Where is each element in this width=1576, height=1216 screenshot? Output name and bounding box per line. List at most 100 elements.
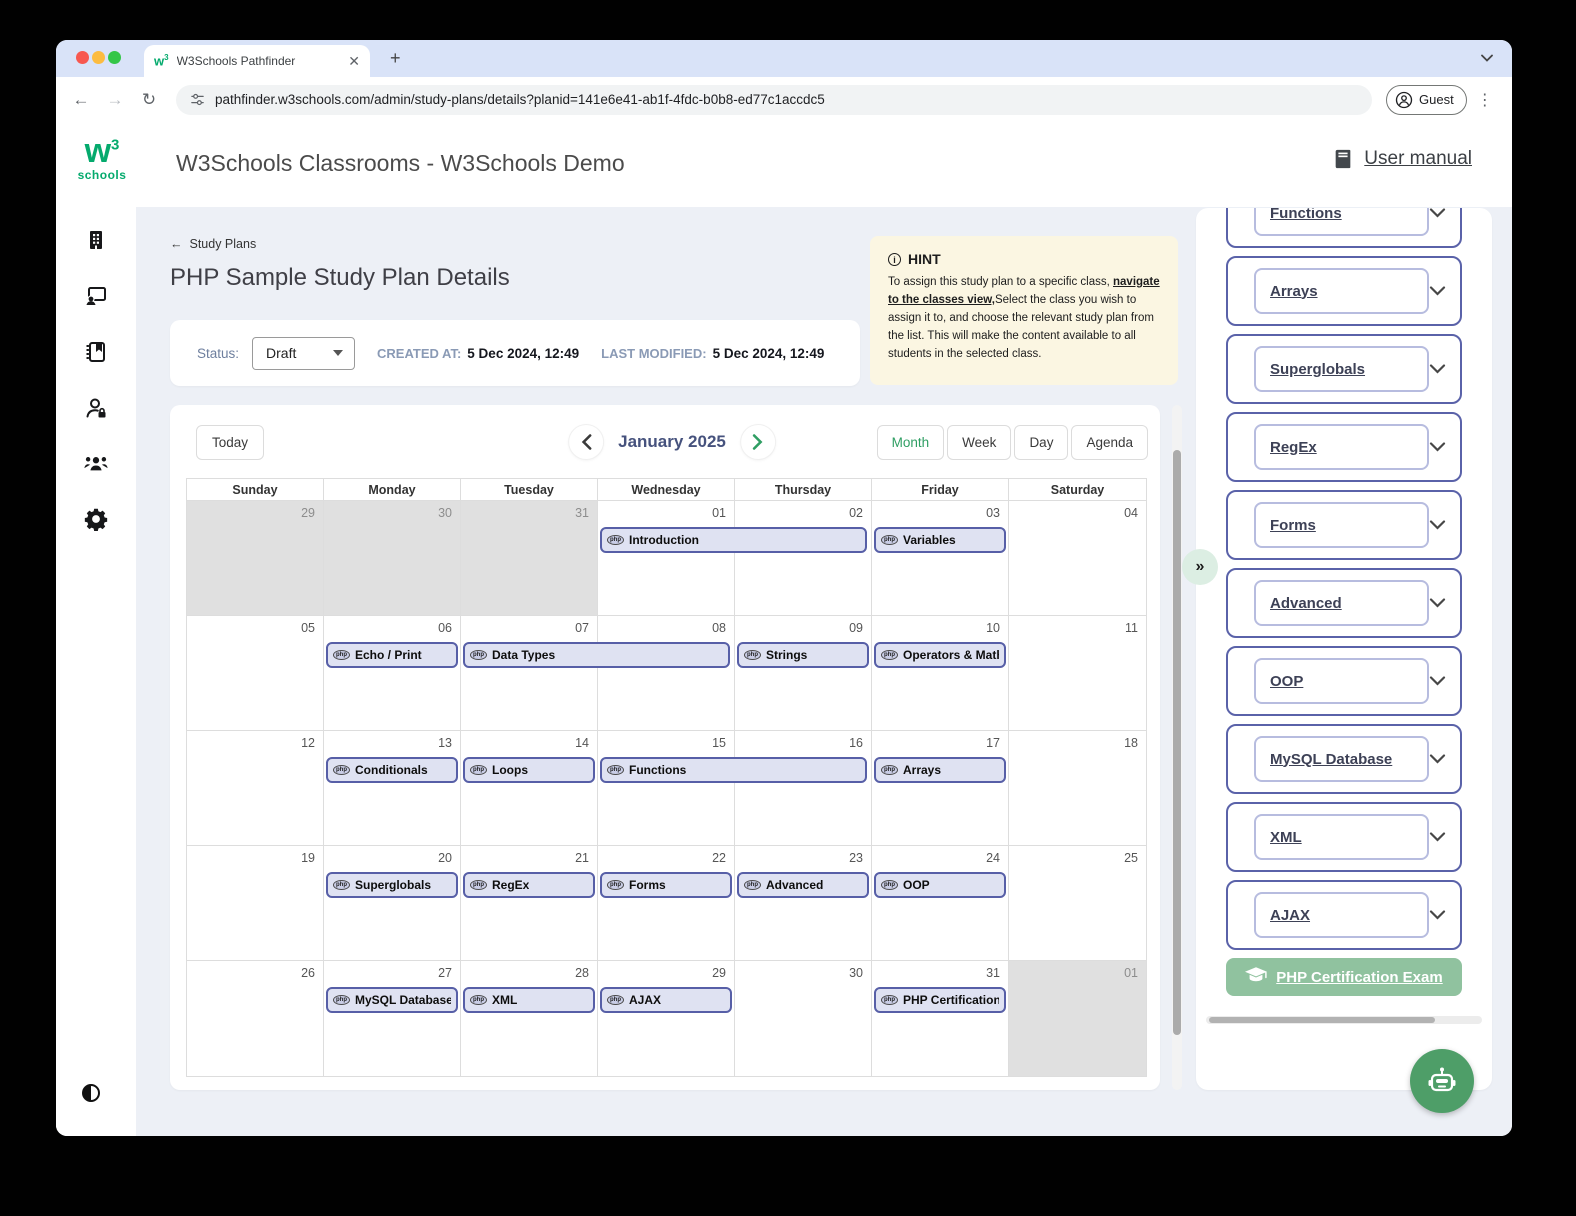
topic-link[interactable]: Functions: [1254, 208, 1429, 236]
calendar-event[interactable]: phpOOP: [874, 872, 1006, 898]
calendar-event[interactable]: phpFunctions: [600, 757, 867, 783]
calendar-event[interactable]: phpForms: [600, 872, 732, 898]
next-month-button[interactable]: [741, 425, 775, 459]
calendar-cell[interactable]: 03phpVariables: [872, 501, 1009, 616]
calendar-cell[interactable]: 02: [735, 501, 872, 616]
calendar-event[interactable]: phpOperators & Math: [874, 642, 1006, 668]
view-month-button[interactable]: Month: [877, 425, 945, 460]
calendar-event[interactable]: phpMySQL Database: [326, 987, 458, 1013]
calendar-cell[interactable]: 30: [735, 961, 872, 1076]
topic-card[interactable]: Forms: [1226, 490, 1462, 560]
calendar-cell[interactable]: 15phpFunctions: [598, 731, 735, 846]
topic-link[interactable]: Superglobals: [1254, 346, 1429, 392]
php-certification-exam-button[interactable]: PHP Certification Exam: [1226, 958, 1462, 996]
calendar-cell[interactable]: 31: [461, 501, 598, 616]
calendar-cell[interactable]: 08: [598, 616, 735, 731]
topic-card[interactable]: Functions: [1226, 208, 1462, 248]
calendar-event[interactable]: phpConditionals: [326, 757, 458, 783]
topic-link[interactable]: Arrays: [1254, 268, 1429, 314]
calendar-event[interactable]: phpSuperglobals: [326, 872, 458, 898]
calendar-cell[interactable]: 23phpAdvanced: [735, 846, 872, 961]
horizontal-scrollbar[interactable]: [1206, 1016, 1482, 1024]
url-bar[interactable]: pathfinder.w3schools.com/admin/study-pla…: [176, 85, 1372, 115]
calendar-cell[interactable]: 20phpSuperglobals: [324, 846, 461, 961]
calendar-cell[interactable]: 21phpRegEx: [461, 846, 598, 961]
today-button[interactable]: Today: [196, 425, 264, 460]
chevron-down-icon[interactable]: [1429, 364, 1446, 374]
topic-link[interactable]: XML: [1254, 814, 1429, 860]
chevron-down-icon[interactable]: [1429, 442, 1446, 452]
calendar-cell[interactable]: 04: [1009, 501, 1146, 616]
students-icon[interactable]: [83, 450, 109, 476]
roles-icon[interactable]: [83, 395, 109, 421]
calendar-cell[interactable]: 14phpLoops: [461, 731, 598, 846]
new-tab-button[interactable]: +: [390, 48, 401, 69]
calendar-cell[interactable]: 13phpConditionals: [324, 731, 461, 846]
calendar-cell[interactable]: 26: [187, 961, 324, 1076]
calendar-cell[interactable]: 12: [187, 731, 324, 846]
site-settings-icon[interactable]: [190, 92, 205, 107]
calendar-cell[interactable]: 28phpXML: [461, 961, 598, 1076]
guest-profile-button[interactable]: Guest: [1386, 85, 1467, 115]
calendar-cell[interactable]: 11: [1009, 616, 1146, 731]
vertical-scrollbar[interactable]: [1172, 405, 1182, 1090]
forward-icon[interactable]: →: [98, 90, 132, 110]
calendar-event[interactable]: phpStrings: [737, 642, 869, 668]
chevron-down-icon[interactable]: [1429, 598, 1446, 608]
view-week-button[interactable]: Week: [947, 425, 1011, 460]
calendar-cell[interactable]: 10phpOperators & Math: [872, 616, 1009, 731]
topic-card[interactable]: Superglobals: [1226, 334, 1462, 404]
calendar-cell[interactable]: 06phpEcho / Print: [324, 616, 461, 731]
topic-card[interactable]: RegEx: [1226, 412, 1462, 482]
chatbot-button[interactable]: [1410, 1049, 1474, 1113]
calendar-cell[interactable]: 30: [324, 501, 461, 616]
prev-month-button[interactable]: [569, 425, 603, 459]
topic-card[interactable]: Advanced: [1226, 568, 1462, 638]
topic-link[interactable]: Advanced: [1254, 580, 1429, 626]
calendar-event[interactable]: phpArrays: [874, 757, 1006, 783]
calendar-event[interactable]: phpLoops: [463, 757, 595, 783]
calendar-cell[interactable]: 09phpStrings: [735, 616, 872, 731]
calendar-cell[interactable]: 29phpAJAX: [598, 961, 735, 1076]
organization-icon[interactable]: [83, 227, 109, 253]
chevron-down-icon[interactable]: [1429, 910, 1446, 920]
chevron-down-icon[interactable]: [1429, 832, 1446, 842]
chevron-down-icon[interactable]: [1429, 286, 1446, 296]
breadcrumb[interactable]: ← Study Plans: [170, 237, 256, 251]
dark-mode-toggle-icon[interactable]: [82, 1084, 100, 1102]
settings-icon[interactable]: [83, 506, 109, 532]
calendar-cell[interactable]: 01phpIntroduction: [598, 501, 735, 616]
calendar-event[interactable]: phpVariables: [874, 527, 1006, 553]
topic-card[interactable]: Arrays: [1226, 256, 1462, 326]
classes-icon[interactable]: [83, 283, 109, 309]
calendar-event[interactable]: phpAJAX: [600, 987, 732, 1013]
browser-tab[interactable]: w3 W3Schools Pathfinder ✕: [144, 45, 370, 77]
calendar-event[interactable]: phpIntroduction: [600, 527, 867, 553]
reload-icon[interactable]: ↻: [132, 90, 166, 110]
calendar-cell[interactable]: 01: [1009, 961, 1146, 1076]
maximize-window-button[interactable]: [108, 51, 121, 64]
w3schools-logo[interactable]: w3 schools: [72, 134, 132, 181]
topic-card[interactable]: XML: [1226, 802, 1462, 872]
calendar-cell[interactable]: 22phpForms: [598, 846, 735, 961]
horizontal-scrollbar-thumb[interactable]: [1209, 1017, 1435, 1023]
calendar-event[interactable]: phpEcho / Print: [326, 642, 458, 668]
calendar-event[interactable]: phpXML: [463, 987, 595, 1013]
topic-link[interactable]: OOP: [1254, 658, 1429, 704]
vertical-scrollbar-thumb[interactable]: [1173, 450, 1181, 1035]
calendar-cell[interactable]: 29: [187, 501, 324, 616]
view-day-button[interactable]: Day: [1014, 425, 1068, 460]
browser-menu-icon[interactable]: ⋮: [1477, 90, 1493, 110]
status-select[interactable]: Draft: [252, 337, 355, 370]
calendar-cell[interactable]: 05: [187, 616, 324, 731]
back-icon[interactable]: ←: [64, 90, 98, 110]
close-window-button[interactable]: [76, 51, 89, 64]
tab-search-chevron-icon[interactable]: [1476, 47, 1498, 69]
calendar-event[interactable]: phpAdvanced: [737, 872, 869, 898]
chevron-down-icon[interactable]: [1429, 208, 1446, 218]
topic-card[interactable]: MySQL Database: [1226, 724, 1462, 794]
breadcrumb-label[interactable]: Study Plans: [190, 237, 257, 251]
chevron-down-icon[interactable]: [1429, 676, 1446, 686]
calendar-cell[interactable]: 19: [187, 846, 324, 961]
minimize-window-button[interactable]: [92, 51, 105, 64]
